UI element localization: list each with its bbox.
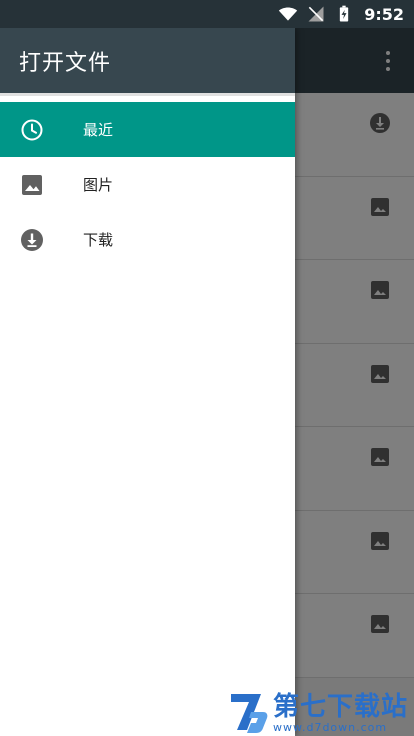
clock-icon <box>21 119 43 140</box>
screen: 9:52 打开文件 最近 图片 下载 第七下载站 www.d7down.com <box>0 0 414 736</box>
watermark-url: www.d7down.com <box>272 721 388 734</box>
nav-item-label: 最近 <box>83 121 114 139</box>
nav-item-recent[interactable]: 最近 <box>0 102 295 157</box>
navigation-drawer: 打开文件 最近 图片 下载 <box>0 28 295 736</box>
image-icon <box>22 174 42 195</box>
nav-item-downloads[interactable]: 下载 <box>0 212 295 267</box>
drawer-header: 打开文件 <box>0 28 295 93</box>
watermark-logo-icon <box>230 694 268 733</box>
status-time: 9:52 <box>364 4 404 24</box>
drawer-divider <box>0 93 295 102</box>
download-icon <box>21 228 43 251</box>
status-bar: 9:52 <box>0 0 414 28</box>
watermark: 第七下载站 www.d7down.com <box>227 690 408 734</box>
watermark-text: 第七下载站 www.d7down.com <box>273 693 408 734</box>
nav-item-images[interactable]: 图片 <box>0 157 295 212</box>
signal-off-icon <box>308 6 324 22</box>
drawer-title: 打开文件 <box>19 50 112 76</box>
nav-item-label: 下载 <box>83 231 114 249</box>
wifi-icon <box>279 7 298 21</box>
watermark-title: 第七下载站 <box>272 692 408 722</box>
battery-charging-icon <box>340 5 349 22</box>
nav-item-label: 图片 <box>83 176 114 194</box>
